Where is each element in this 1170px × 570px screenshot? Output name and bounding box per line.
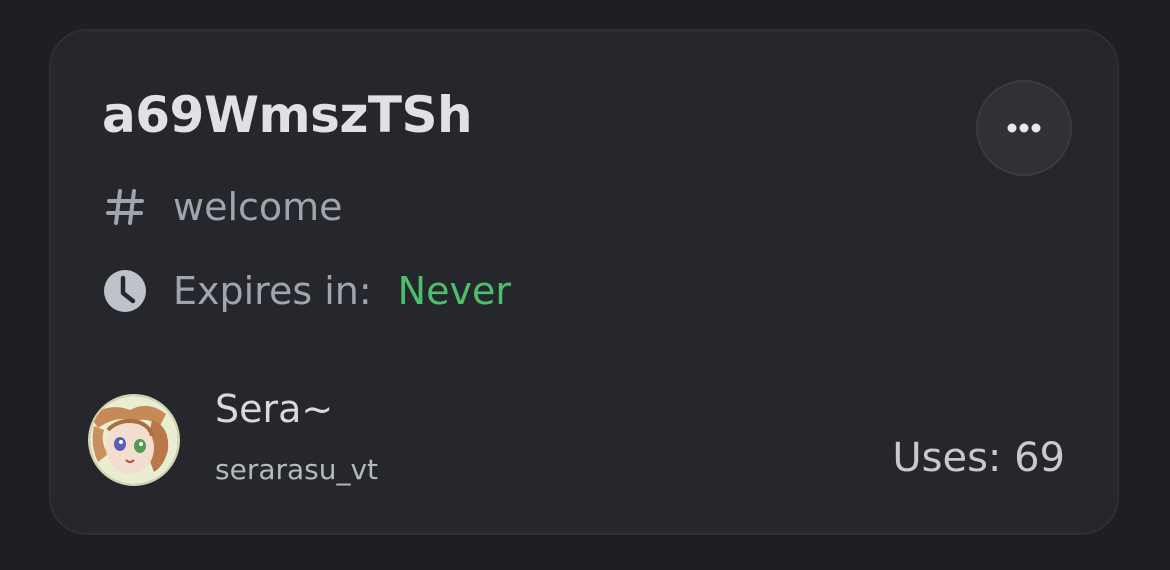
inviter-avatar[interactable] <box>88 394 180 486</box>
invite-channel: welcome <box>102 183 343 231</box>
more-horizontal-icon <box>1007 123 1041 133</box>
channel-name: welcome <box>173 185 343 229</box>
invite-code: a69WmszTSh <box>102 86 473 144</box>
hash-icon <box>102 184 148 230</box>
uses-count: Uses: 69 <box>892 435 1065 481</box>
inviter-display-name[interactable]: Sera~ <box>215 385 333 433</box>
invite-card: a69WmszTSh welcome Expires in: Never Ser… <box>49 29 1119 535</box>
expires-label: Expires in: <box>173 269 372 313</box>
invite-expiry: Expires in: Never <box>102 267 511 315</box>
expires-value: Never <box>397 269 511 313</box>
inviter-username: serarasu_vt <box>215 453 379 486</box>
clock-icon <box>102 268 148 314</box>
more-options-button[interactable] <box>976 80 1072 176</box>
